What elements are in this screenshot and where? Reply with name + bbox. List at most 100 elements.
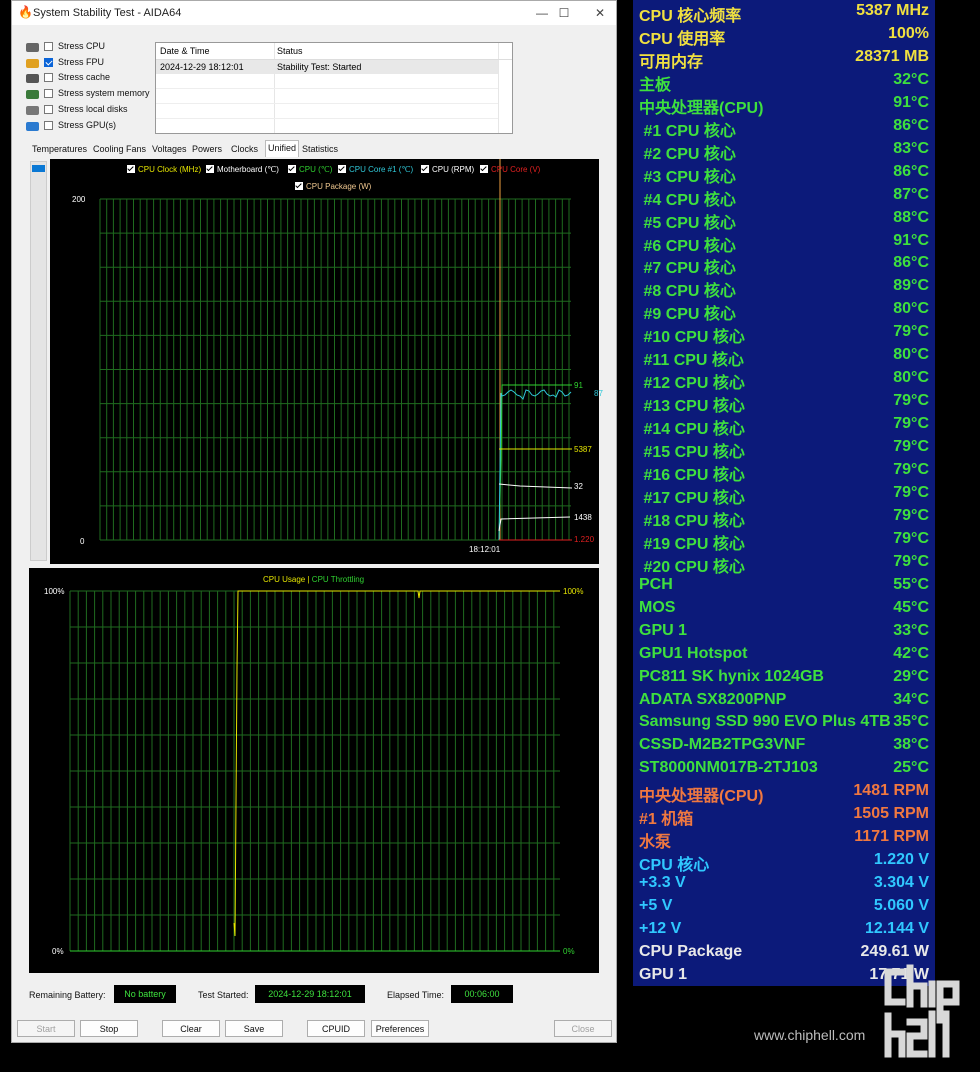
sensor-value: 25°C — [893, 759, 929, 777]
tab-cooling-fans[interactable]: Cooling Fans — [93, 142, 146, 156]
y-axis-max-label: 200 — [72, 195, 86, 204]
aida64-flame-icon: 🔥 — [18, 5, 33, 19]
legend-checkbox[interactable] — [480, 165, 488, 173]
legend-item-4[interactable]: CPU (RPM) — [421, 165, 474, 174]
sensor-value: 1481 RPM — [853, 782, 929, 800]
stress-checkbox-4[interactable] — [44, 104, 53, 114]
sensor-row: CPU 核心频率 5387 MHz — [633, 0, 935, 25]
legend-label: CPU Clock (MHz) — [138, 165, 202, 174]
sensor-row: #9 CPU 核心 80°C — [633, 298, 935, 323]
legend-item-2[interactable]: CPU (℃) — [288, 165, 332, 174]
sensor-value: 79°C — [893, 438, 929, 456]
sensor-value: 88°C — [893, 208, 929, 226]
legend-checkbox[interactable] — [206, 165, 214, 173]
sensor-value: 86°C — [893, 254, 929, 272]
clear-button[interactable]: Clear — [162, 1020, 220, 1037]
sensor-value: 80°C — [893, 346, 929, 364]
sensor-row: #18 CPU 核心 79°C — [633, 505, 935, 530]
graph-scrollbar[interactable] — [30, 161, 47, 561]
stress-option-4[interactable]: Stress local disks — [26, 104, 166, 118]
stress-option-2[interactable]: Stress cache — [26, 72, 166, 86]
tab-voltages[interactable]: Voltages — [152, 142, 187, 156]
sensor-value: 80°C — [893, 300, 929, 318]
sensor-value: 79°C — [893, 392, 929, 410]
cpu-usage-graph: CPU Usage | CPU Throttling 100% 0% 100% … — [29, 568, 599, 973]
sensor-value: 28371 MB — [855, 47, 929, 65]
legend-checkbox[interactable] — [295, 182, 303, 190]
tab-temperatures[interactable]: Temperatures — [32, 142, 87, 156]
legend-label: CPU (RPM) — [432, 165, 475, 174]
stress-option-1[interactable]: Stress FPU — [26, 57, 166, 71]
stress-option-0[interactable]: Stress CPU — [26, 41, 166, 55]
legend-item-0[interactable]: CPU Clock (MHz) — [127, 165, 201, 174]
sensor-row: #11 CPU 核心 80°C — [633, 344, 935, 369]
maximize-button[interactable]: ☐ — [549, 4, 579, 22]
preferences-button[interactable]: Preferences — [371, 1020, 429, 1037]
unified-graph: CPU Clock (MHz) Motherboard (℃) CPU (℃) CPU… — [50, 159, 603, 564]
cache-chip-icon — [26, 74, 39, 84]
tab-powers[interactable]: Powers — [192, 142, 222, 156]
tab-unified[interactable]: Unified — [265, 140, 300, 157]
legend-item-5[interactable]: CPU Core (V) — [480, 165, 540, 174]
legend-checkbox[interactable] — [127, 165, 135, 173]
sensor-label: +12 V — [639, 920, 682, 937]
legend-checkbox[interactable] — [421, 165, 429, 173]
stress-checkbox-0[interactable] — [44, 42, 53, 51]
series-end-value: 1438 — [574, 513, 592, 522]
legend-item-6[interactable]: CPU Package (W) — [295, 182, 371, 191]
legend-item-3[interactable]: CPU Core #1 (℃) — [338, 165, 413, 174]
sensor-value: 35°C — [893, 713, 929, 731]
tab-statistics[interactable]: Statistics — [302, 142, 338, 156]
sensor-value: 79°C — [893, 483, 929, 501]
fpu-123-icon — [26, 58, 39, 68]
close-button[interactable]: Close — [554, 1020, 612, 1037]
time-axis-label: 18:12:01 — [469, 545, 501, 554]
tab-clocks[interactable]: Clocks — [231, 142, 258, 156]
stress-checkbox-1[interactable] — [44, 57, 53, 67]
legend-label: Motherboard (℃) — [217, 165, 279, 174]
sensor-value: 29°C — [893, 667, 929, 685]
sensor-value: 79°C — [893, 323, 929, 341]
sensor-row: ADATA SX8200PNP 34°C — [633, 689, 935, 712]
sensor-row: CPU 使用率 100% — [633, 23, 935, 48]
sensor-value: 55°C — [893, 575, 929, 593]
legend-checkbox[interactable] — [338, 165, 346, 173]
stress-option-5[interactable]: Stress GPU(s) — [26, 120, 166, 134]
sensor-row: #3 CPU 核心 86°C — [633, 161, 935, 186]
elapsed-time-label: Elapsed Time: — [387, 990, 445, 1000]
close-window-button[interactable]: ✕ — [585, 4, 615, 22]
start-button[interactable]: Start — [17, 1020, 75, 1037]
status-bar: Remaining Battery: No battery Test Start… — [12, 983, 616, 1007]
sensor-row: PCH 55°C — [633, 574, 935, 597]
sensor-label: ST8000NM017B-2TJ103 — [639, 759, 818, 777]
sensor-label: PCH — [639, 575, 673, 593]
usage-y-bottom-right: 0% — [563, 947, 575, 956]
table-row[interactable]: 2024-12-29 18:12:01 Stability Test: Star… — [156, 60, 498, 74]
series-end-value: 5387 — [574, 445, 592, 454]
watermark-url: www.chiphell.com — [754, 1027, 866, 1043]
legend-cpu-throttling: CPU Throttling — [311, 575, 365, 584]
series-end-value: 91 — [574, 381, 583, 390]
title-bar[interactable]: 🔥 System Stability Test - AIDA64 — ☐ ✕ — [12, 1, 616, 25]
sensor-label: PC811 SK hynix 1024GB — [639, 667, 824, 685]
usage-y-bottom-left: 0% — [52, 947, 64, 956]
sensor-value: 79°C — [893, 552, 929, 570]
stop-button[interactable]: Stop — [80, 1020, 138, 1037]
stress-option-3[interactable]: Stress system memory — [26, 88, 166, 102]
stress-checkbox-3[interactable] — [44, 89, 53, 99]
sensor-row: #16 CPU 核心 79°C — [633, 459, 935, 484]
save-button[interactable]: Save — [225, 1020, 283, 1037]
sensor-value: 100% — [888, 24, 929, 42]
legend-checkbox[interactable] — [288, 165, 296, 173]
cpuid-button[interactable]: CPUID — [307, 1020, 365, 1037]
stress-checkbox-5[interactable] — [44, 120, 53, 130]
sensor-row: CPU 核心 1.220 V — [633, 849, 935, 874]
legend-item-1[interactable]: Motherboard (℃) — [206, 165, 279, 174]
sensor-label: +3.3 V — [639, 874, 686, 892]
stress-checkbox-2[interactable] — [44, 73, 53, 83]
scrollbar-thumb[interactable] — [32, 165, 45, 172]
sensor-label: MOS — [639, 598, 676, 616]
sensor-label: GPU1 Hotspot — [639, 644, 748, 662]
gpu-card-icon — [26, 121, 39, 131]
sensor-row: +5 V 5.060 V — [633, 895, 935, 918]
